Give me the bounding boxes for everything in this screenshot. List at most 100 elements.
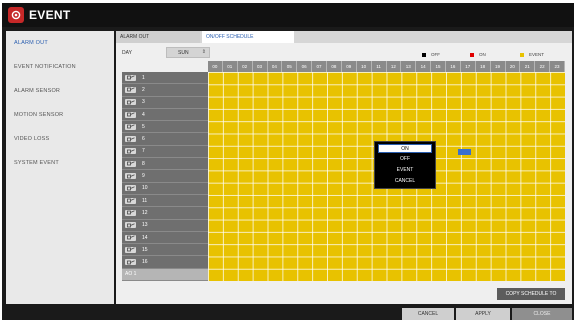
sidebar-item-motion-sensor[interactable]: MOTION SENSOR (6, 103, 114, 127)
alarm-out-row-label[interactable]: 10 (122, 182, 208, 195)
relay-icon (125, 86, 136, 93)
relay-icon (125, 99, 136, 106)
row-labels: 1 2 3 4 5 6 7 8 9 10 11 12 13 14 15 16 AO 1 (122, 72, 208, 282)
relay-icon (125, 160, 136, 167)
relay-icon (125, 234, 136, 241)
apply-button[interactable]: APPLY (456, 308, 510, 320)
menu-item-on[interactable]: ON (378, 144, 432, 153)
tab-bar: ALARM OUT ON/OFF SCHEDULE (116, 31, 572, 43)
row-number: 14 (142, 234, 148, 241)
window-title: EVENT (29, 8, 71, 22)
hour-header-cell: 16 (446, 61, 461, 72)
relay-icon (125, 173, 136, 180)
row-number: 7 (142, 148, 145, 155)
footer-bar: CANCEL APPLY CLOSE (2, 304, 574, 320)
close-button[interactable]: CLOSE (512, 308, 572, 320)
alarm-out-row-label[interactable]: 16 (122, 256, 208, 269)
legend-on-label: ON (479, 52, 486, 57)
row-number: 6 (142, 136, 145, 143)
hour-header-cell: 12 (387, 61, 402, 72)
alarm-out-row-label[interactable]: 9 (122, 170, 208, 183)
row-number: 5 (142, 123, 145, 130)
hour-header-cell: 09 (342, 61, 357, 72)
hour-header-cell: 23 (550, 61, 565, 72)
day-label: DAY (122, 50, 132, 56)
title-bar: EVENT (2, 3, 574, 27)
hour-header-cell: 18 (476, 61, 491, 72)
legend-off-swatch (422, 52, 426, 57)
relay-icon (125, 123, 136, 130)
row-number: 3 (142, 99, 145, 106)
updown-arrow-icon: ⇕ (201, 49, 206, 55)
relay-icon (125, 259, 136, 266)
alarm-out-row-label[interactable]: 1 (122, 72, 208, 85)
relay-icon (125, 74, 136, 81)
hour-header-cell: 04 (268, 61, 283, 72)
hour-header-cell: 07 (312, 61, 327, 72)
context-menu: ON OFF EVENT CANCEL (374, 141, 436, 189)
copy-schedule-button[interactable]: COPY SCHEDULE TO (497, 288, 565, 300)
hour-header-cell: 19 (491, 61, 506, 72)
legend-off: OFF (422, 52, 440, 57)
row-number: 11 (142, 197, 148, 204)
menu-item-event[interactable]: EVENT (375, 164, 435, 175)
hour-header-cell: 17 (461, 61, 476, 72)
sidebar-item-event-notification[interactable]: EVENT NOTIFICATION (6, 55, 114, 79)
sidebar-item-system-event[interactable]: SYSTEM EVENT (6, 151, 114, 175)
menu-item-cancel[interactable]: CANCEL (375, 175, 435, 186)
alarm-out-row-label[interactable]: 3 (122, 96, 208, 109)
menu-item-off[interactable]: OFF (375, 153, 435, 164)
relay-icon (125, 136, 136, 143)
row-number: 2 (142, 86, 145, 93)
legend-event-label: EVENT (529, 52, 545, 57)
cell-cursor (458, 149, 471, 155)
hour-header-cell: 20 (506, 61, 521, 72)
alarm-out-row-label[interactable]: 15 (122, 244, 208, 257)
row-number: 15 (142, 246, 148, 253)
cancel-button[interactable]: CANCEL (402, 308, 454, 320)
row-number: 1 (142, 74, 145, 81)
sidebar-item-alarm-sensor[interactable]: ALARM SENSOR (6, 79, 114, 103)
sidebar-item-video-loss[interactable]: VIDEO LOSS (6, 127, 114, 151)
alarm-out-row-label[interactable]: 2 (122, 84, 208, 97)
legend-event: EVENT (520, 52, 544, 57)
alarm-out-row-label[interactable]: 5 (122, 121, 208, 134)
alarm-out-row-label[interactable]: 6 (122, 133, 208, 146)
alarm-out-row-label[interactable]: 14 (122, 231, 208, 245)
legend-on-swatch (470, 52, 474, 57)
tab-alarm-out[interactable]: ALARM OUT (116, 31, 200, 43)
relay-icon (125, 185, 136, 192)
hour-header-cell: 22 (535, 61, 551, 72)
row-number: 16 (142, 259, 148, 266)
hour-header-cell: 06 (297, 61, 313, 72)
relay-icon (125, 209, 136, 216)
alarm-out-row-label[interactable]: 8 (122, 158, 208, 171)
legend-event-swatch (520, 52, 524, 57)
row-number: 12 (142, 209, 148, 216)
hour-header-cell: 02 (238, 61, 253, 72)
hour-header-cell: 03 (253, 61, 268, 72)
hour-header-cell: 00 (208, 61, 223, 72)
sidebar-item-alarm-out[interactable]: ALARM OUT (6, 31, 114, 55)
hour-header-cell: 14 (416, 61, 432, 72)
event-icon (8, 7, 24, 23)
row-number: 10 (142, 185, 148, 192)
alarm-out-row-label[interactable]: 13 (122, 219, 208, 232)
hour-header-cell: 21 (520, 61, 536, 72)
row-number: 13 (142, 222, 148, 229)
hour-header-cell: 11 (372, 61, 387, 72)
alarm-out-row-label[interactable]: 11 (122, 194, 208, 208)
event-window: EVENT ALARM OUT EVENT NOTIFICATION ALARM… (2, 3, 574, 320)
row-number: 9 (142, 173, 145, 180)
tab-on-off-schedule[interactable]: ON/OFF SCHEDULE (202, 31, 294, 43)
sidebar: ALARM OUT EVENT NOTIFICATION ALARM SENSO… (6, 31, 114, 304)
alarm-out-row-label[interactable]: 12 (122, 207, 208, 220)
alarm-out-row-label[interactable]: 4 (122, 108, 208, 122)
day-select[interactable]: SUN ⇕ (166, 47, 210, 58)
relay-icon (125, 246, 136, 253)
relay-icon (125, 197, 136, 204)
hour-header-cell: 10 (357, 61, 372, 72)
day-select-value: SUN (178, 49, 189, 56)
hour-header-cell: 05 (282, 61, 298, 72)
alarm-out-row-label[interactable]: 7 (122, 145, 208, 159)
